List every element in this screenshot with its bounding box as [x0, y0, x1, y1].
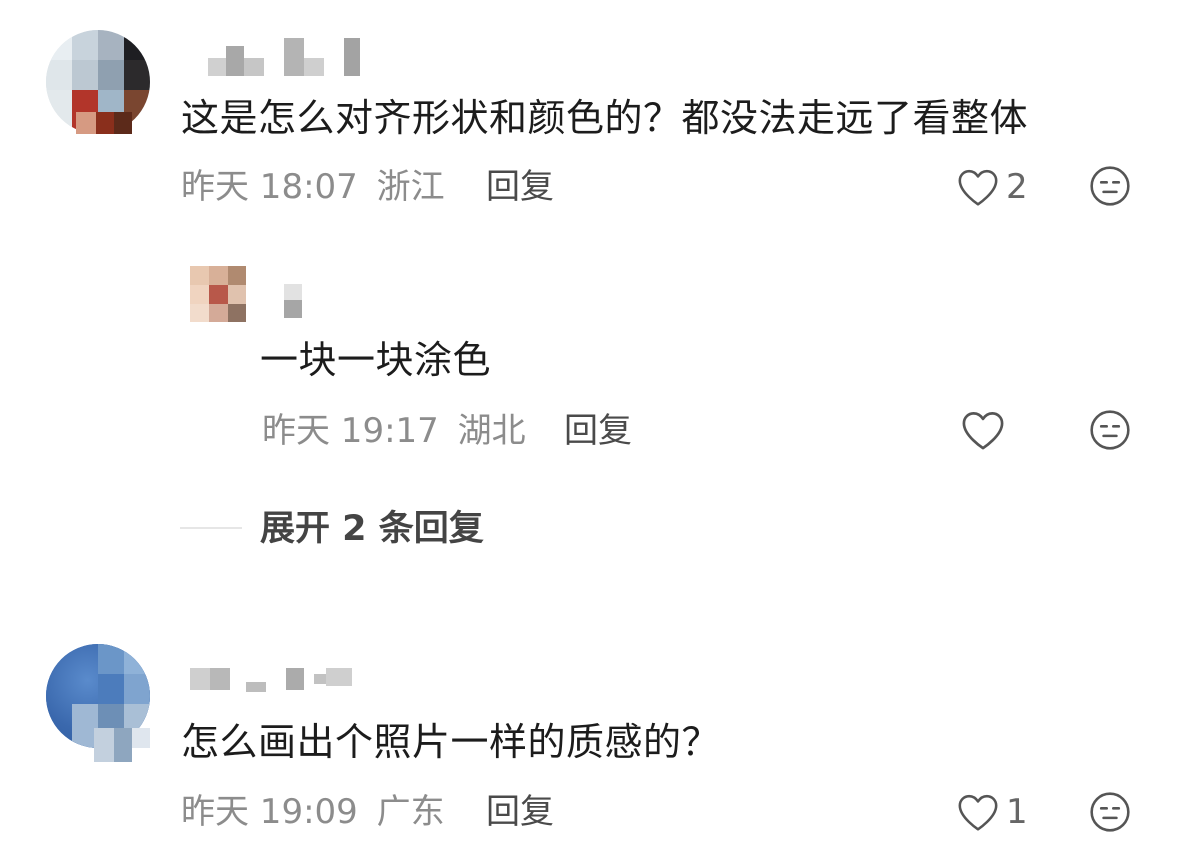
username-redacted[interactable]	[190, 664, 366, 700]
comment-meta: 昨天 19:09 广东	[181, 792, 445, 832]
reply-button[interactable]: 回复	[486, 792, 554, 832]
comment-location: 浙江	[376, 167, 445, 207]
comment-text: 这是怎么对齐形状和颜色的？都没法走远了看整体	[181, 96, 1029, 140]
avatar[interactable]	[190, 266, 246, 322]
reply-time: 昨天 19:17	[262, 411, 439, 451]
like-count: 2	[1006, 167, 1028, 207]
reply-item: 一块一块涂色 昨天 19:17 湖北 回复	[0, 250, 1200, 480]
username-redacted[interactable]	[284, 284, 308, 320]
username-redacted[interactable]	[208, 38, 368, 78]
like-count: 1	[1006, 792, 1028, 832]
comment-meta: 昨天 18:07 浙江	[181, 167, 445, 207]
reply-button[interactable]: 回复	[564, 411, 632, 451]
comment-location: 广东	[376, 792, 445, 832]
expand-replies[interactable]: 展开 2 条回复	[180, 500, 580, 560]
reply-text: 一块一块涂色	[260, 338, 492, 382]
avatar-mosaic-bottom	[94, 728, 150, 762]
reply-location: 湖北	[457, 411, 526, 451]
heart-outline-icon	[958, 169, 998, 206]
like-button[interactable]: 1	[956, 790, 1028, 834]
heart-outline-icon	[958, 794, 998, 831]
neutral-face-icon[interactable]	[1088, 790, 1132, 834]
comment-item: 怎么画出个照片一样的质感的？ 昨天 19:09 广东 回复 1	[0, 630, 1200, 868]
reply-button[interactable]: 回复	[486, 167, 554, 207]
like-button[interactable]: 2	[956, 165, 1028, 209]
reply-meta: 昨天 19:17 湖北	[262, 411, 526, 451]
expand-divider	[180, 527, 242, 529]
expand-replies-label[interactable]: 展开 2 条回复	[260, 508, 484, 550]
neutral-face-icon[interactable]	[1088, 408, 1132, 452]
comment-item: 这是怎么对齐形状和颜色的？都没法走远了看整体 昨天 18:07 浙江 回复 2	[0, 0, 1200, 240]
avatar-mosaic-bottom	[76, 112, 132, 134]
heart-outline-icon	[962, 412, 1004, 450]
like-button[interactable]	[960, 408, 1012, 452]
comment-time: 昨天 19:09	[181, 792, 358, 832]
neutral-face-icon[interactable]	[1088, 164, 1132, 208]
comment-time: 昨天 18:07	[181, 167, 358, 207]
comment-text: 怎么画出个照片一样的质感的？	[181, 720, 721, 764]
